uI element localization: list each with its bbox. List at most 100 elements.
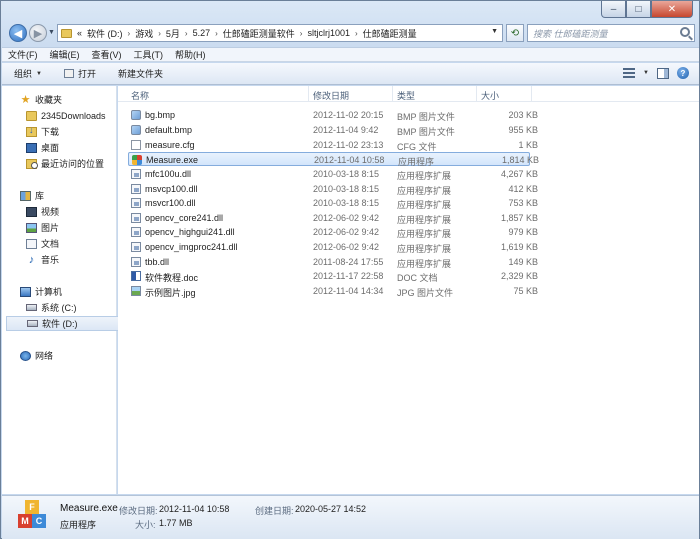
column-name[interactable]: 名称 <box>131 89 149 102</box>
file-name: 示例图片.jpg <box>145 288 196 298</box>
address-dropdown-icon[interactable]: ▼ <box>491 28 498 35</box>
nav-label: 计算机 <box>35 287 63 297</box>
open-button[interactable]: 打开 <box>63 67 96 80</box>
file-row[interactable]: default.bmp 2012-11-04 9:42 BMP 图片文件 955… <box>128 123 538 137</box>
explorer-window: – □ ✕ ◀ ▶ ▼ « 软件 (D:) › 游戏 › 5月 › 5.27 ›… <box>0 0 700 539</box>
menu-bar: 文件(F) 编辑(E) 查看(V) 工具(T) 帮助(H) <box>2 47 699 62</box>
view-controls: ▼ ? <box>623 67 689 79</box>
file-date: 2010-03-18 8:15 <box>313 169 380 179</box>
maximize-button[interactable]: □ <box>626 1 651 18</box>
file-row[interactable]: measure.cfg 2012-11-02 23:13 CFG 文件 1 KB <box>128 138 538 152</box>
nav-label: 视频 <box>41 207 60 217</box>
refresh-button[interactable]: ⟲ <box>506 24 524 42</box>
file-name: default.bmp <box>145 125 193 135</box>
cube-icon: M <box>18 514 32 528</box>
breadcrumb-overflow[interactable]: « <box>77 28 82 38</box>
chevron-right-icon[interactable]: › <box>158 29 161 38</box>
file-date: 2010-03-18 8:15 <box>313 198 380 208</box>
chevron-right-icon[interactable]: › <box>355 29 358 38</box>
file-row[interactable]: 软件教程.doc 2012-11-17 22:58 DOC 文档 2,329 K… <box>128 269 538 283</box>
new-folder-button[interactable]: 新建文件夹 <box>118 67 163 80</box>
search-input[interactable]: 搜索 仕郎磕距测量 <box>527 24 695 42</box>
file-type: DOC 文档 <box>397 273 438 283</box>
details-pane: M C F Measure.exe 应用程序 修改日期: 2012-11-04 … <box>2 495 699 539</box>
chevron-right-icon[interactable]: › <box>215 29 218 38</box>
file-date: 2012-06-02 9:42 <box>313 242 380 252</box>
column-type[interactable]: 类型 <box>397 89 415 102</box>
cfg-icon <box>131 140 141 150</box>
details-file-type: 应用程序 <box>60 520 97 530</box>
file-date: 2012-11-02 20:15 <box>313 110 384 120</box>
nav-label: 桌面 <box>41 143 60 153</box>
file-row[interactable]: opencv_highgui241.dll 2012-06-02 9:42 应用… <box>128 225 538 239</box>
file-row[interactable]: msvcp100.dll 2010-03-18 8:15 应用程序扩展 412 … <box>128 182 538 196</box>
file-row[interactable]: opencv_imgproc241.dll 2012-06-02 9:42 应用… <box>128 240 538 254</box>
bmp-icon <box>131 110 141 120</box>
dll-icon <box>131 242 141 252</box>
nav-label: 网络 <box>35 351 54 361</box>
file-date: 2012-06-02 9:42 <box>313 213 380 223</box>
breadcrumb-item[interactable]: 5.27 <box>193 28 211 38</box>
file-size: 412 KB <box>508 184 538 194</box>
search-icon[interactable] <box>680 27 690 37</box>
file-row[interactable]: mfc100u.dll 2010-03-18 8:15 应用程序扩展 4,267… <box>128 167 538 181</box>
breadcrumb-item[interactable]: 软件 (D:) <box>87 27 123 40</box>
breadcrumb-item[interactable]: 5月 <box>166 27 180 40</box>
file-date: 2012-11-04 14:34 <box>313 286 384 296</box>
nav-item-drive-d[interactable]: 软件 (D:) <box>6 316 121 331</box>
menu-file[interactable]: 文件(F) <box>8 48 38 61</box>
column-divider[interactable] <box>531 86 532 102</box>
file-size: 203 KB <box>508 110 538 120</box>
organize-button[interactable]: 组织 ▼ <box>14 67 42 80</box>
file-date: 2012-11-04 9:42 <box>313 125 379 135</box>
recent-pages-dropdown[interactable]: ▼ <box>48 29 55 36</box>
column-divider[interactable] <box>308 86 309 102</box>
menu-tools[interactable]: 工具(T) <box>134 48 164 61</box>
library-icon <box>20 190 31 201</box>
change-view-icon[interactable] <box>623 68 636 78</box>
file-size: 955 KB <box>508 125 538 135</box>
menu-help[interactable]: 帮助(H) <box>175 48 206 61</box>
file-row[interactable]: bg.bmp 2012-11-02 20:15 BMP 图片文件 203 KB <box>128 108 538 122</box>
dll-icon <box>131 257 141 267</box>
menu-edit[interactable]: 编辑(E) <box>50 48 80 61</box>
new-folder-label: 新建文件夹 <box>117 69 163 79</box>
file-row-selected[interactable]: Measure.exe 2012-11-04 10:58 应用程序 1,814 … <box>128 152 539 167</box>
breadcrumb-item[interactable]: 仕郎磕距测量 <box>363 27 417 40</box>
breadcrumb-item[interactable]: 游戏 <box>135 27 153 40</box>
caption-buttons: – □ ✕ <box>601 1 693 18</box>
star-icon: ★ <box>20 93 31 106</box>
minimize-button[interactable]: – <box>601 1 626 18</box>
help-icon[interactable]: ? <box>677 67 689 79</box>
address-bar[interactable]: « 软件 (D:) › 游戏 › 5月 › 5.27 › 仕郎磕距测量软件 › … <box>57 24 503 42</box>
cube-icon: F <box>25 500 39 514</box>
file-date: 2012-06-02 9:42 <box>313 227 380 237</box>
file-row[interactable]: msvcr100.dll 2010-03-18 8:15 应用程序扩展 753 … <box>128 196 538 210</box>
column-divider[interactable] <box>476 86 477 102</box>
column-size[interactable]: 大小 <box>481 89 499 102</box>
video-icon <box>26 206 37 217</box>
close-button[interactable]: ✕ <box>651 1 693 18</box>
doc-icon <box>131 271 141 281</box>
back-button[interactable]: ◀ <box>9 24 27 42</box>
breadcrumb-item[interactable]: sltjclrj1001 <box>307 28 350 38</box>
column-date[interactable]: 修改日期 <box>313 89 349 102</box>
file-name: mfc100u.dll <box>145 169 192 179</box>
chevron-right-icon[interactable]: › <box>300 29 303 38</box>
file-name: opencv_highgui241.dll <box>145 227 235 237</box>
file-row[interactable]: tbb.dll 2011-08-24 17:55 应用程序扩展 149 KB <box>128 255 538 269</box>
dll-icon <box>131 227 141 237</box>
network-icon <box>20 350 31 361</box>
file-name: msvcr100.dll <box>145 198 196 208</box>
caret-down-icon[interactable]: ▼ <box>643 70 649 76</box>
column-divider[interactable] <box>392 86 393 102</box>
preview-pane-icon[interactable] <box>657 67 669 79</box>
chevron-right-icon[interactable]: › <box>128 29 131 38</box>
chevron-right-icon[interactable]: › <box>185 29 188 38</box>
file-size: 1,619 KB <box>500 242 538 252</box>
breadcrumb-item[interactable]: 仕郎磕距测量软件 <box>223 27 295 40</box>
file-row[interactable]: 示例图片.jpg 2012-11-04 14:34 JPG 图片文件 75 KB <box>128 284 538 298</box>
file-row[interactable]: opencv_core241.dll 2012-06-02 9:42 应用程序扩… <box>128 211 538 225</box>
forward-button[interactable]: ▶ <box>29 24 47 42</box>
menu-view[interactable]: 查看(V) <box>92 48 122 61</box>
